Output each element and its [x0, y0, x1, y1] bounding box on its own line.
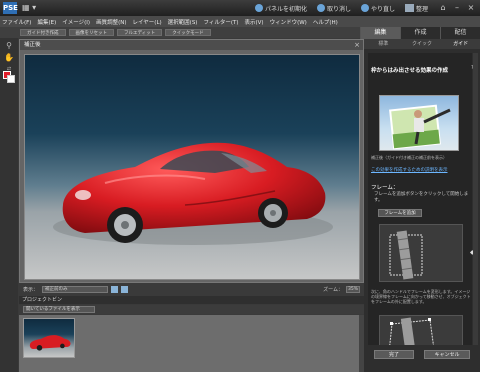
title-actions: パネルを初期化 取り消し やり直し 整理 ⌂ – × — [254, 0, 480, 16]
guide-heading: 枠からはみ出させる効果の作成 — [371, 68, 449, 74]
swap-view-icon[interactable] — [111, 286, 119, 293]
guide-panel: 標準 クイック ガイド 枠からはみ出させる効果の作成 ? 補正後（ガイド付き補正… — [364, 39, 480, 372]
project-bin-dropdown[interactable]: 開いているファイルを表示 — [23, 306, 95, 313]
guide-footer: 完了 キャンセル — [364, 345, 480, 372]
app-logo: PSE — [3, 2, 18, 14]
menu-window[interactable]: ウィンドウ(W) — [270, 18, 307, 26]
document-close-icon[interactable]: × — [354, 40, 360, 50]
toolbox: ⚲ ✋ ⇄ — [0, 38, 18, 372]
option-button-4[interactable]: クイックモード — [165, 29, 211, 36]
tab-share[interactable]: 配信 — [440, 27, 480, 39]
options-bar: ガイド付き作成 画像をリセット フルエディット クイックモード — [0, 27, 360, 38]
reset-panels-icon — [254, 4, 263, 12]
redo-icon — [360, 4, 369, 12]
view-label: 表示： — [23, 287, 39, 293]
match-zoom-icon[interactable] — [121, 286, 129, 293]
reset-panels-button[interactable]: パネルを初期化 — [254, 4, 307, 13]
menu-filter[interactable]: フィルター(T) — [203, 18, 238, 26]
out-of-bounds-example-icon — [389, 104, 451, 150]
frame-label: フレーム： — [371, 185, 399, 191]
menu-edit[interactable]: 編集(E) — [37, 18, 56, 26]
option-button-2[interactable]: 画像をリセット — [68, 29, 114, 36]
done-button[interactable]: 完了 — [374, 350, 414, 359]
option-button-1[interactable]: ガイド付き作成 — [20, 29, 66, 36]
project-bin-title[interactable]: プロジェクトビン — [19, 296, 364, 304]
document-status-bar: 表示： 補正前のみ ズーム： 35% — [19, 284, 364, 295]
transform-description: 次に、角のハンドルでフレームを変形します。イメージの境界線をフレームに向かって移… — [371, 289, 471, 304]
document-title-text: 補正後 — [24, 42, 41, 48]
guide-content: 枠からはみ出させる効果の作成 ? 補正後（ガイド付き補正の補正前を表示） この効… — [368, 53, 475, 367]
example-image — [379, 95, 459, 151]
menu-layer[interactable]: レイヤー(L) — [132, 18, 161, 26]
tab-edit[interactable]: 編集 — [360, 27, 400, 39]
project-bin-area — [19, 315, 359, 372]
photo-canvas[interactable] — [24, 54, 360, 280]
title-bar: PSE ▦ ▾ パネルを初期化 取り消し やり直し 整理 ⌂ – × — [0, 0, 480, 16]
add-frame-button[interactable]: フレームを追加 — [378, 209, 422, 217]
frame-description: フレームを追加ボタンをクリックして開始します。 — [374, 192, 469, 203]
organizer-label: 整理 — [415, 5, 428, 13]
close-button[interactable]: × — [466, 3, 476, 13]
document-window: 補正後 × — [19, 39, 364, 283]
example-caption: 補正後（ガイド付き補正の補正前を表示） — [371, 155, 447, 160]
menu-select[interactable]: 選択範囲(S) — [168, 18, 198, 26]
cancel-button[interactable]: キャンセル — [424, 350, 470, 359]
thumbnail-item[interactable] — [23, 318, 75, 358]
background-color-swatch[interactable] — [7, 75, 15, 83]
workspace-menu[interactable]: ▦ ▾ — [22, 3, 36, 12]
menu-file[interactable]: ファイル(F) — [2, 18, 31, 26]
instructions-link[interactable]: この効果を作成するための説明を表示 — [371, 167, 473, 173]
project-bin-options: 開いているファイルを表示 — [19, 305, 364, 314]
menu-bar: ファイル(F) 編集(E) イメージ(I) 画質調整(N) レイヤー(L) 選択… — [0, 16, 480, 27]
hand-tool-icon[interactable]: ✋ — [4, 53, 14, 62]
zoom-label: ズーム： — [323, 287, 343, 293]
guide-scrollbar[interactable] — [473, 53, 478, 353]
zoom-field[interactable]: 35% — [346, 286, 360, 293]
option-button-3[interactable]: フルエディット — [117, 29, 163, 36]
photoshop-elements-window: PSE ▦ ▾ パネルを初期化 取り消し やり直し 整理 ⌂ – × ファイル(… — [0, 0, 480, 372]
redo-button[interactable]: やり直し — [360, 4, 395, 13]
organizer-button[interactable]: 整理 — [404, 4, 428, 13]
tab-guided[interactable]: ガイド — [441, 39, 480, 49]
menu-help[interactable]: ヘルプ(H) — [313, 18, 338, 26]
organizer-icon — [404, 4, 414, 12]
view-dropdown[interactable]: 補正前のみ — [42, 286, 109, 293]
document-title: 補正後 × — [20, 40, 363, 50]
thumbnail-car-icon — [29, 335, 71, 351]
home-icon[interactable]: ⌂ — [438, 3, 448, 13]
reset-panels-label: パネルを初期化 — [264, 5, 307, 13]
zoom-tool-icon[interactable]: ⚲ — [4, 41, 14, 50]
red-toy-car-image — [53, 142, 333, 245]
tab-full[interactable]: 標準 — [364, 39, 403, 49]
frame-sample-1 — [379, 224, 463, 282]
minimize-button[interactable]: – — [452, 3, 462, 13]
menu-image[interactable]: イメージ(I) — [62, 18, 90, 26]
main-tabs: 編集 作成 配信 — [360, 27, 480, 39]
menu-view[interactable]: 表示(V) — [245, 18, 264, 26]
undo-icon — [316, 4, 325, 12]
tab-create[interactable]: 作成 — [400, 27, 440, 39]
undo-button[interactable]: 取り消し — [316, 4, 351, 13]
redo-label: やり直し — [370, 5, 395, 13]
menu-enhance[interactable]: 画質調整(N) — [96, 18, 126, 26]
undo-label: 取り消し — [326, 5, 351, 13]
tower-sample-icon — [389, 230, 423, 280]
tab-quick[interactable]: クイック — [403, 39, 442, 49]
sub-tabs: 標準 クイック ガイド — [364, 39, 480, 49]
